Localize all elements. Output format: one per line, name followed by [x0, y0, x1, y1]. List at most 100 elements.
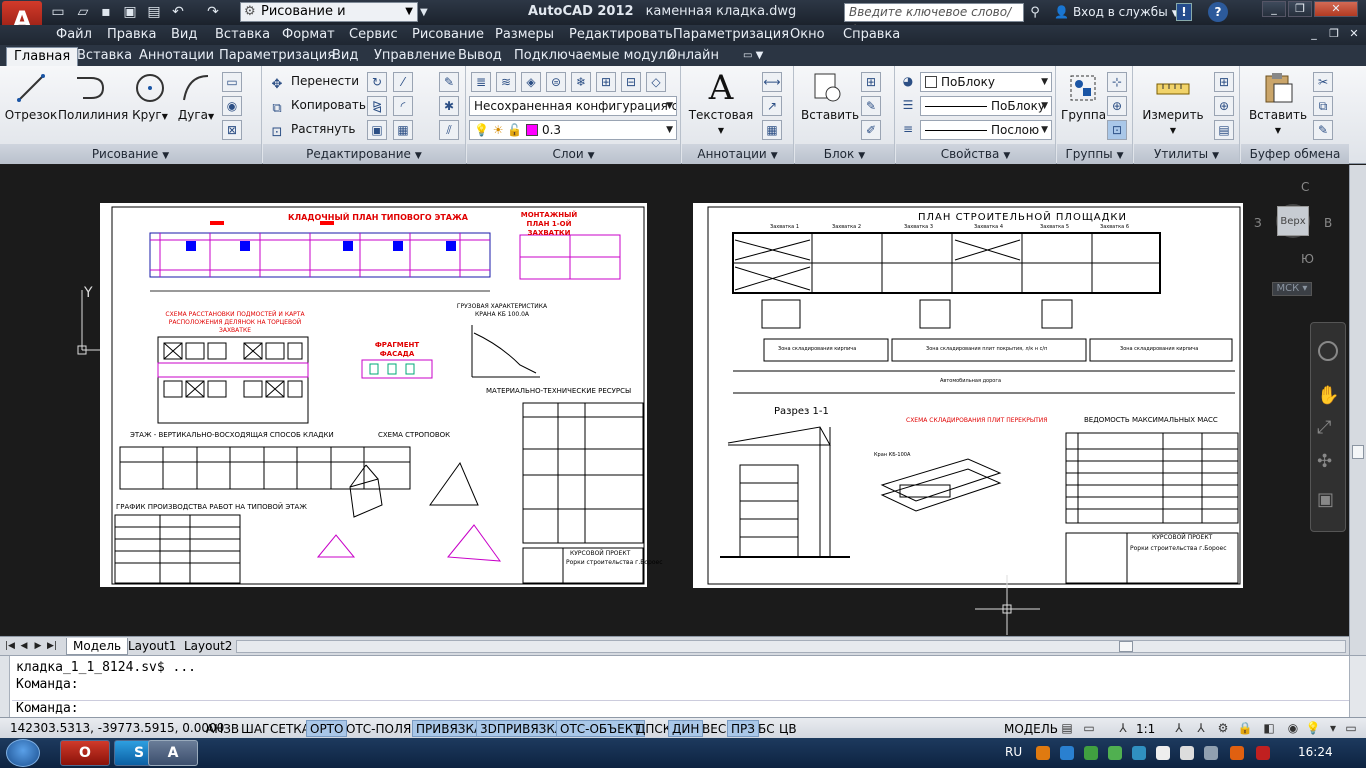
annotation-scale[interactable]: 1:1 [1132, 720, 1159, 737]
color-wheel-icon[interactable]: ◕ [898, 72, 918, 92]
model-icon[interactable]: ▤ [1058, 720, 1076, 737]
vertical-scrollbar[interactable] [1349, 165, 1366, 655]
scale-icon[interactable]: ▣ [367, 120, 387, 140]
tab-model[interactable]: Модель [66, 638, 129, 655]
array-icon[interactable]: ▦ [393, 120, 413, 140]
viewcube-west[interactable]: З [1254, 216, 1262, 230]
redo-icon[interactable]: ↷ [203, 3, 223, 22]
status-toggle-10[interactable]: ВЕС [698, 720, 730, 737]
viewcube-top-face[interactable]: Верх [1277, 206, 1309, 236]
tray-signal-icon[interactable] [1156, 746, 1170, 760]
layer-previous-icon[interactable]: ◇ [646, 72, 666, 92]
mirror-icon[interactable]: ⧎ [367, 96, 387, 116]
layer-properties-icon[interactable]: ≣ [471, 72, 491, 92]
open-folder-icon[interactable]: ▱ [73, 3, 93, 22]
tray-skype-icon[interactable] [1132, 746, 1146, 760]
line-button[interactable]: Отрезок [4, 70, 58, 122]
panel-properties-label[interactable]: Свойства ▼ [896, 144, 1055, 164]
group-edit-icon[interactable]: ⊕ [1107, 96, 1127, 116]
start-button[interactable] [6, 739, 40, 767]
group-button[interactable]: Группа [1061, 70, 1106, 122]
tray-volume-icon[interactable] [1180, 746, 1194, 760]
layout-icon[interactable]: ▭ [1080, 720, 1098, 737]
doc-restore-icon[interactable]: ❐ [1326, 26, 1342, 42]
opera-taskbar-button[interactable]: O [60, 740, 110, 766]
circle-button[interactable]: Круг▼ [128, 70, 172, 122]
layer-off-icon[interactable]: ◈ [521, 72, 541, 92]
horizontal-scrollbar[interactable] [236, 640, 1346, 653]
status-menu-icon[interactable]: ▾ [1324, 720, 1342, 737]
menu-help[interactable]: Справка [843, 27, 900, 42]
zoom-extents-icon[interactable]: ⤢ [1317, 417, 1331, 438]
command-input[interactable]: Команда: [12, 700, 1350, 717]
menu-edit[interactable]: Правка [107, 27, 156, 42]
menu-tools[interactable]: Сервис [349, 27, 398, 42]
menu-view[interactable]: Вид [171, 27, 197, 42]
create-block-icon[interactable]: ⊞ [861, 72, 881, 92]
orbit-icon[interactable]: ✣ [1317, 451, 1332, 472]
clean-screen-icon[interactable]: ▭ [1342, 720, 1360, 737]
sign-in-button[interactable]: 👤Вход в службы▼ [1054, 5, 1179, 19]
command-line-grip[interactable] [0, 656, 10, 718]
rotate-icon[interactable]: ↻ [367, 72, 387, 92]
menu-parametric[interactable]: Параметризация [673, 27, 789, 42]
linetype-select[interactable]: Послою ▼ [920, 120, 1052, 140]
color-select[interactable]: ПоБлоку ▼ [920, 72, 1052, 92]
isolate-objects-icon[interactable]: ◉ [1284, 720, 1302, 737]
prev-layout-icon[interactable]: ◀ [18, 639, 30, 653]
language-indicator[interactable]: RU [1005, 745, 1022, 759]
save-icon[interactable]: ▪ [96, 3, 116, 22]
trim-icon[interactable]: ⁄ [393, 72, 413, 92]
tab-plugins[interactable]: Подключаемые модули [507, 47, 682, 66]
tab-output[interactable]: Вывод [451, 47, 509, 66]
tab-manage[interactable]: Управление [367, 47, 463, 66]
offset-icon[interactable]: ⫽ [439, 120, 459, 140]
tray-notice-icon[interactable] [1256, 746, 1270, 760]
coordinates-readout[interactable]: 142303.5313, -39773.5915, 0.0000 [10, 721, 224, 735]
ungroup-icon[interactable]: ⊹ [1107, 72, 1127, 92]
tray-app-icon[interactable] [1036, 746, 1050, 760]
erase-icon[interactable]: ✎ [439, 72, 459, 92]
layer-isolate-icon[interactable]: ⊜ [546, 72, 566, 92]
menu-draw[interactable]: Рисование [412, 27, 484, 42]
tray-browser-icon[interactable] [1230, 746, 1244, 760]
edit-block-icon[interactable]: ✎ [861, 96, 881, 116]
fillet-icon[interactable]: ◜ [393, 96, 413, 116]
vertical-scroll-thumb[interactable] [1352, 445, 1364, 459]
layer-config-select[interactable]: Несохраненная конфигурация сло ▼ [469, 96, 677, 116]
panel-groups-label[interactable]: Группы ▼ [1057, 144, 1132, 164]
lineweight-icon[interactable]: ☰ [898, 96, 918, 116]
layer-state-icon[interactable]: ≋ [496, 72, 516, 92]
rectangle-icon[interactable]: ▭ [222, 72, 242, 92]
model-space-toggle[interactable]: МОДЕЛЬ [1000, 720, 1062, 737]
workspace-dropdown[interactable]: ⚙ Рисование и аннотации ▼ [240, 2, 418, 37]
quick-calc-icon[interactable]: ⊞ [1214, 72, 1234, 92]
viewcube-north[interactable]: С [1301, 180, 1309, 194]
new-file-icon[interactable]: ▭ [48, 3, 68, 22]
dimension-icon[interactable]: ⟷ [762, 72, 782, 92]
linetype-icon[interactable]: ≡ [898, 120, 918, 140]
auto-scale-icon[interactable]: ⅄ [1192, 720, 1210, 737]
tray-update-icon[interactable] [1084, 746, 1098, 760]
lock-icon[interactable]: 🔒 [1236, 720, 1254, 737]
layer-match-icon[interactable]: ⊟ [621, 72, 641, 92]
tab-annotate[interactable]: Аннотации [132, 47, 221, 66]
tray-security-icon[interactable] [1108, 746, 1122, 760]
close-button[interactable]: ✕ [1314, 1, 1358, 17]
table-icon[interactable]: ▦ [762, 120, 782, 140]
panel-draw-label[interactable]: Рисование ▼ [0, 144, 261, 164]
tab-online[interactable]: Онлайн [660, 47, 726, 66]
menu-dimension[interactable]: Размеры [495, 27, 554, 42]
save-as-icon[interactable]: ▣ [120, 3, 140, 22]
ellipse-icon[interactable]: ⊠ [222, 120, 242, 140]
search-binoculars-icon[interactable]: ⚲ [1026, 3, 1044, 22]
layer-lock-icon[interactable]: ⊞ [596, 72, 616, 92]
menu-window[interactable]: Окно [790, 27, 825, 42]
layer-freeze-icon[interactable]: ❄ [571, 72, 591, 92]
match-properties-icon[interactable]: ✎ [1313, 120, 1333, 140]
status-toggle-4[interactable]: ОТС-ПОЛЯР [342, 720, 423, 737]
menu-format[interactable]: Формат [282, 27, 335, 42]
tab-insert[interactable]: Вставка [70, 47, 139, 66]
first-layout-icon[interactable]: |◀ [4, 639, 16, 653]
copy-clip-icon[interactable]: ⧉ [1313, 96, 1333, 116]
